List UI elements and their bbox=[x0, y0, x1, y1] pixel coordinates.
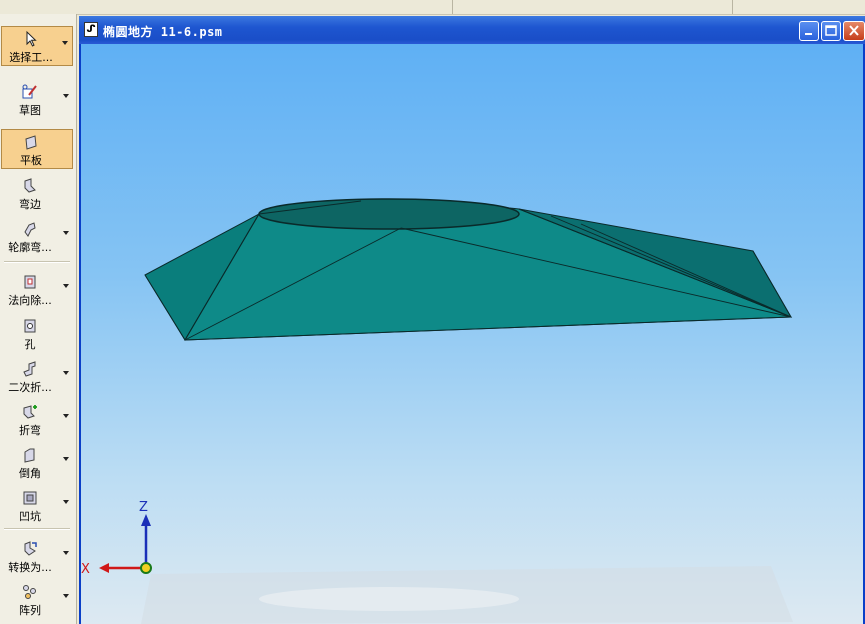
minimize-icon bbox=[805, 33, 812, 35]
toolbar-item-label: 折弯 bbox=[19, 424, 41, 437]
viewport-scene: Z X bbox=[81, 198, 793, 624]
sketch-icon bbox=[22, 84, 37, 99]
features-toolbar: 选择工... 草图 平板 弯边 轮廓弯... 法向除... 孔 二次折... 折… bbox=[0, 14, 77, 624]
toolbar-item-label: 转换为... bbox=[8, 561, 52, 574]
z-axis-arrow-icon bbox=[141, 514, 151, 526]
toolbar-item-label: 弯边 bbox=[19, 198, 41, 211]
z-axis-label: Z bbox=[139, 500, 148, 515]
chevron-down-icon[interactable] bbox=[62, 41, 68, 45]
toolbar-item-label: 阵列 bbox=[19, 604, 41, 617]
toolbar-item-dimple[interactable]: 凹坑 bbox=[1, 486, 73, 526]
toolbar-item-sketch[interactable]: 草图 bbox=[1, 80, 73, 120]
toolbar-item-jog[interactable]: 二次折... bbox=[1, 357, 73, 397]
bend-icon bbox=[23, 405, 37, 419]
flange-icon bbox=[24, 178, 36, 193]
toolbar-item-convert[interactable]: 转换为... bbox=[1, 537, 73, 577]
close-icon bbox=[849, 25, 859, 36]
triad-origin-icon bbox=[140, 562, 152, 574]
toolbar-item-bend[interactable]: 折弯 bbox=[1, 400, 73, 440]
maximize-button[interactable] bbox=[821, 21, 841, 41]
toolbar-item-label: 轮廓弯... bbox=[8, 241, 52, 254]
toolbar-item-label: 法向除... bbox=[8, 294, 52, 307]
toolbar-item-label: 凹坑 bbox=[19, 510, 41, 523]
toolbar-item-contour-flange[interactable]: 轮廓弯... bbox=[1, 217, 73, 257]
normal-cutout-icon bbox=[24, 275, 36, 289]
chevron-down-icon[interactable] bbox=[63, 551, 69, 555]
chevron-down-icon[interactable] bbox=[63, 500, 69, 504]
sheetmetal-doc-icon[interactable]: ᔑ bbox=[84, 22, 98, 37]
maximize-icon bbox=[825, 25, 837, 36]
close-button[interactable] bbox=[843, 21, 865, 41]
ground-reflection bbox=[259, 587, 519, 611]
toolbar-item-normal-cutout[interactable]: 法向除... bbox=[1, 270, 73, 310]
toolbar-divider bbox=[4, 261, 70, 263]
chamfer-icon bbox=[24, 448, 35, 463]
document-title-bar[interactable]: ᔑ 椭圆地方 11-6.psm bbox=[79, 16, 865, 44]
toolbar-item-flange[interactable]: 弯边 bbox=[1, 174, 73, 214]
sheetmetal-part[interactable] bbox=[144, 198, 793, 341]
toolbar-item-label: 平板 bbox=[20, 154, 42, 167]
part-ellipse-opening bbox=[258, 198, 520, 230]
minimize-button[interactable] bbox=[799, 21, 819, 41]
x-axis-arrow-icon bbox=[99, 563, 109, 573]
top-strip bbox=[0, 0, 865, 15]
chevron-down-icon[interactable] bbox=[63, 594, 69, 598]
toolbar-divider bbox=[4, 528, 70, 530]
chevron-down-icon[interactable] bbox=[63, 231, 69, 235]
chevron-down-icon[interactable] bbox=[63, 414, 69, 418]
hole-icon bbox=[24, 319, 36, 333]
toolbar-item-chamfer[interactable]: 倒角 bbox=[1, 443, 73, 483]
strip-divider bbox=[452, 0, 453, 14]
toolbar-item-label: 倒角 bbox=[19, 467, 41, 480]
chevron-down-icon[interactable] bbox=[63, 371, 69, 375]
chevron-down-icon[interactable] bbox=[63, 457, 69, 461]
toolbar-item-label: 草图 bbox=[19, 104, 41, 117]
toolbar-item-label: 孔 bbox=[24, 338, 36, 351]
convert-icon bbox=[24, 541, 37, 556]
toolbar-item-tab[interactable]: 平板 bbox=[1, 129, 73, 169]
toolbar-item-hole[interactable]: 孔 bbox=[1, 314, 73, 354]
strip-divider bbox=[732, 0, 733, 14]
tab-plate-icon bbox=[25, 135, 37, 150]
chevron-down-icon[interactable] bbox=[63, 284, 69, 288]
document-title: 椭圆地方 11-6.psm bbox=[103, 25, 223, 39]
dimple-icon bbox=[23, 491, 37, 505]
toolbar-item-label: 选择工... bbox=[9, 51, 53, 64]
x-axis-label: X bbox=[81, 562, 90, 577]
toolbar-item-pattern[interactable]: 阵列 bbox=[1, 580, 73, 620]
3d-viewport[interactable]: Z X bbox=[81, 44, 863, 624]
coordinate-triad: Z X bbox=[81, 500, 152, 577]
toolbar-item-select-tool[interactable]: 选择工... bbox=[1, 26, 73, 66]
contour-flange-icon bbox=[24, 222, 36, 237]
jog-icon bbox=[23, 361, 36, 377]
pattern-icon bbox=[23, 585, 36, 599]
chevron-down-icon[interactable] bbox=[63, 94, 69, 98]
select-arrow-icon bbox=[26, 30, 37, 47]
toolbar-item-label: 二次折... bbox=[8, 381, 52, 394]
document-window: ᔑ 椭圆地方 11-6.psm Z X bbox=[79, 16, 865, 624]
